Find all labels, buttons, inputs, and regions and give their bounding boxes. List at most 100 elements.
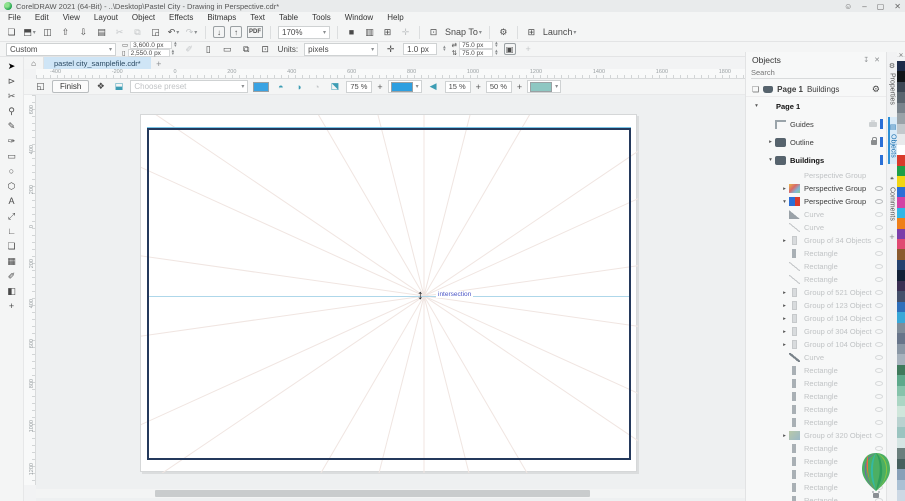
row-visibility-icon[interactable] [875,277,883,282]
menu-item[interactable]: Table [279,13,298,22]
snap-icon[interactable]: ⊡ [427,25,440,39]
docker-tab[interactable]: ❝ Comments [889,170,896,227]
row-visibility-icon[interactable] [875,433,883,438]
row-visibility-icon[interactable] [880,137,883,147]
perspective-preset-combo[interactable]: Choose preset ▾ [130,80,249,93]
row-lock-icon[interactable] [869,119,877,127]
color-swatch[interactable] [897,270,905,281]
expand-arrow-icon[interactable]: ▸ [766,139,775,145]
color-swatch[interactable] [897,448,905,459]
drop-shadow-tool[interactable]: ❏ [3,239,21,253]
paste-icon[interactable]: ◲ [149,25,162,39]
expand-arrow-icon[interactable]: ▸ [780,238,789,244]
expand-arrow-icon[interactable]: ▸ [780,303,789,309]
tree-row[interactable]: ▸ Group of 104 Objects [746,338,886,351]
tree-row[interactable]: ▸ Group of 123 Objects [746,299,886,312]
expand-arrow-icon[interactable]: ▸ [780,433,789,439]
row-visibility-icon[interactable] [875,329,883,334]
row-visibility-icon[interactable] [875,355,883,360]
vertical-ruler[interactable]: 600 400 200 0 200 400 600 800 1000 1200 [24,95,36,485]
expand-arrow-icon[interactable]: ▾ [780,199,789,205]
menu-item[interactable]: Help [387,13,403,22]
add-docker-button[interactable]: + [889,232,894,242]
fullscreen-preview-icon[interactable]: ■ [345,25,358,39]
color-swatch[interactable] [897,364,905,376]
two-point-perspective-icon[interactable]: ◑ [292,80,305,94]
share-icon[interactable]: ⇧ [59,25,72,39]
launch-icon[interactable]: ⊞ [525,25,538,39]
color-swatch[interactable] [897,458,905,470]
tree-row[interactable]: ▸ Group of 34 Objects [746,234,886,247]
color-swatch[interactable] [897,396,905,407]
row-visibility-icon[interactable] [875,407,883,412]
docker-close-icon[interactable]: ✕ [874,56,880,64]
artistic-media-tool[interactable]: ✑ [3,134,21,148]
row-visibility-icon[interactable] [875,264,883,269]
document-tab-active[interactable]: pastel city_samplefile.cdr* [44,57,151,69]
color-swatch[interactable] [897,427,905,438]
landscape-icon[interactable]: ▭ [221,42,234,56]
row-lock-icon[interactable] [871,136,877,145]
show-guidelines-icon[interactable]: ✛ [399,25,412,39]
launch-dropdown[interactable]: Launch ▾ [543,27,577,37]
docker-search[interactable] [751,67,881,79]
row-visibility-icon[interactable] [875,251,883,256]
color-swatch[interactable] [897,469,905,480]
color-swatch[interactable] [897,238,905,250]
undo-icon[interactable]: ↶ ▾ [167,25,180,39]
row-visibility-icon[interactable] [875,290,883,295]
row-visibility-icon[interactable] [880,119,883,129]
expand-arrow-icon[interactable]: ▸ [780,316,789,322]
docker-options-gear-icon[interactable]: ⚙ [872,84,880,95]
zoom-tool[interactable]: ⚲ [3,104,21,118]
color-swatch[interactable] [897,144,905,156]
duplicate-y-stepper[interactable]: ▴ ▾ [495,49,498,57]
show-rulers-icon[interactable]: ▥ [363,25,376,39]
color-swatch[interactable] [897,437,905,449]
add-tools-button[interactable]: + [3,299,21,313]
pick-tool[interactable]: ➤ [3,59,21,73]
show-grid-icon[interactable]: ⊞ [381,25,394,39]
drawing-page[interactable]: ↕ intersection [140,114,638,473]
expand-arrow-icon[interactable]: ▸ [780,186,789,192]
ellipse-tool[interactable]: ○ [3,164,21,178]
horizon-handle[interactable]: ↕ [417,287,424,303]
row-visibility-icon[interactable] [880,155,883,165]
color-swatch[interactable] [897,81,905,93]
color-swatch[interactable] [897,406,905,417]
menu-item[interactable]: Object [132,13,155,22]
new-layer-icon[interactable]: ❏ [752,85,759,94]
eyedropper-tool[interactable]: ✐ [3,269,21,283]
horizon-level-icon[interactable]: ⬓ [112,80,125,94]
menu-item[interactable]: Effects [169,13,193,22]
drawing-frame-rectangle[interactable] [147,128,631,460]
page-height-stepper[interactable]: ▴ ▾ [172,49,175,57]
vp-line-color-picker[interactable]: ▾ [527,80,562,93]
polygon-tool[interactable]: ⬡ [3,179,21,193]
canvas-area[interactable]: ↕ intersection ⌄ ⚲ [36,95,745,501]
cloud-icon[interactable]: ⇩ [77,25,90,39]
palette-close-icon[interactable]: ✕ [897,52,905,61]
row-visibility-icon[interactable] [875,368,883,373]
import-icon[interactable]: ↓ [213,26,225,38]
horizontal-ruler[interactable]: -400 -200 0 200 400 600 800 1000 1200 1400 1600 180… [36,69,745,79]
expand-arrow-icon[interactable]: ▾ [766,157,775,163]
row-visibility-icon[interactable] [875,381,883,386]
color-swatch[interactable] [897,280,905,292]
tree-row[interactable]: Curve [746,208,886,221]
color-swatch[interactable] [897,479,905,491]
finish-button[interactable]: Finish [52,80,90,93]
row-visibility-icon[interactable] [875,186,883,191]
tree-row[interactable]: Perspective Group [746,169,886,182]
tree-row[interactable]: ▾ Perspective Group [746,195,886,208]
color-swatch[interactable] [897,92,905,103]
horizon-opacity-stepper[interactable]: + [377,82,382,92]
export-icon[interactable]: ↑ [230,26,242,38]
print-icon[interactable]: ▤ [95,25,108,39]
expand-arrow-icon[interactable]: ▸ [780,329,789,335]
tree-row[interactable]: Rectangle [746,416,886,429]
color-swatch[interactable] [897,102,905,114]
minimize-button[interactable]: – [862,2,866,11]
horizon-line[interactable] [149,296,629,297]
three-point-perspective-icon[interactable]: ◔ [310,80,323,94]
